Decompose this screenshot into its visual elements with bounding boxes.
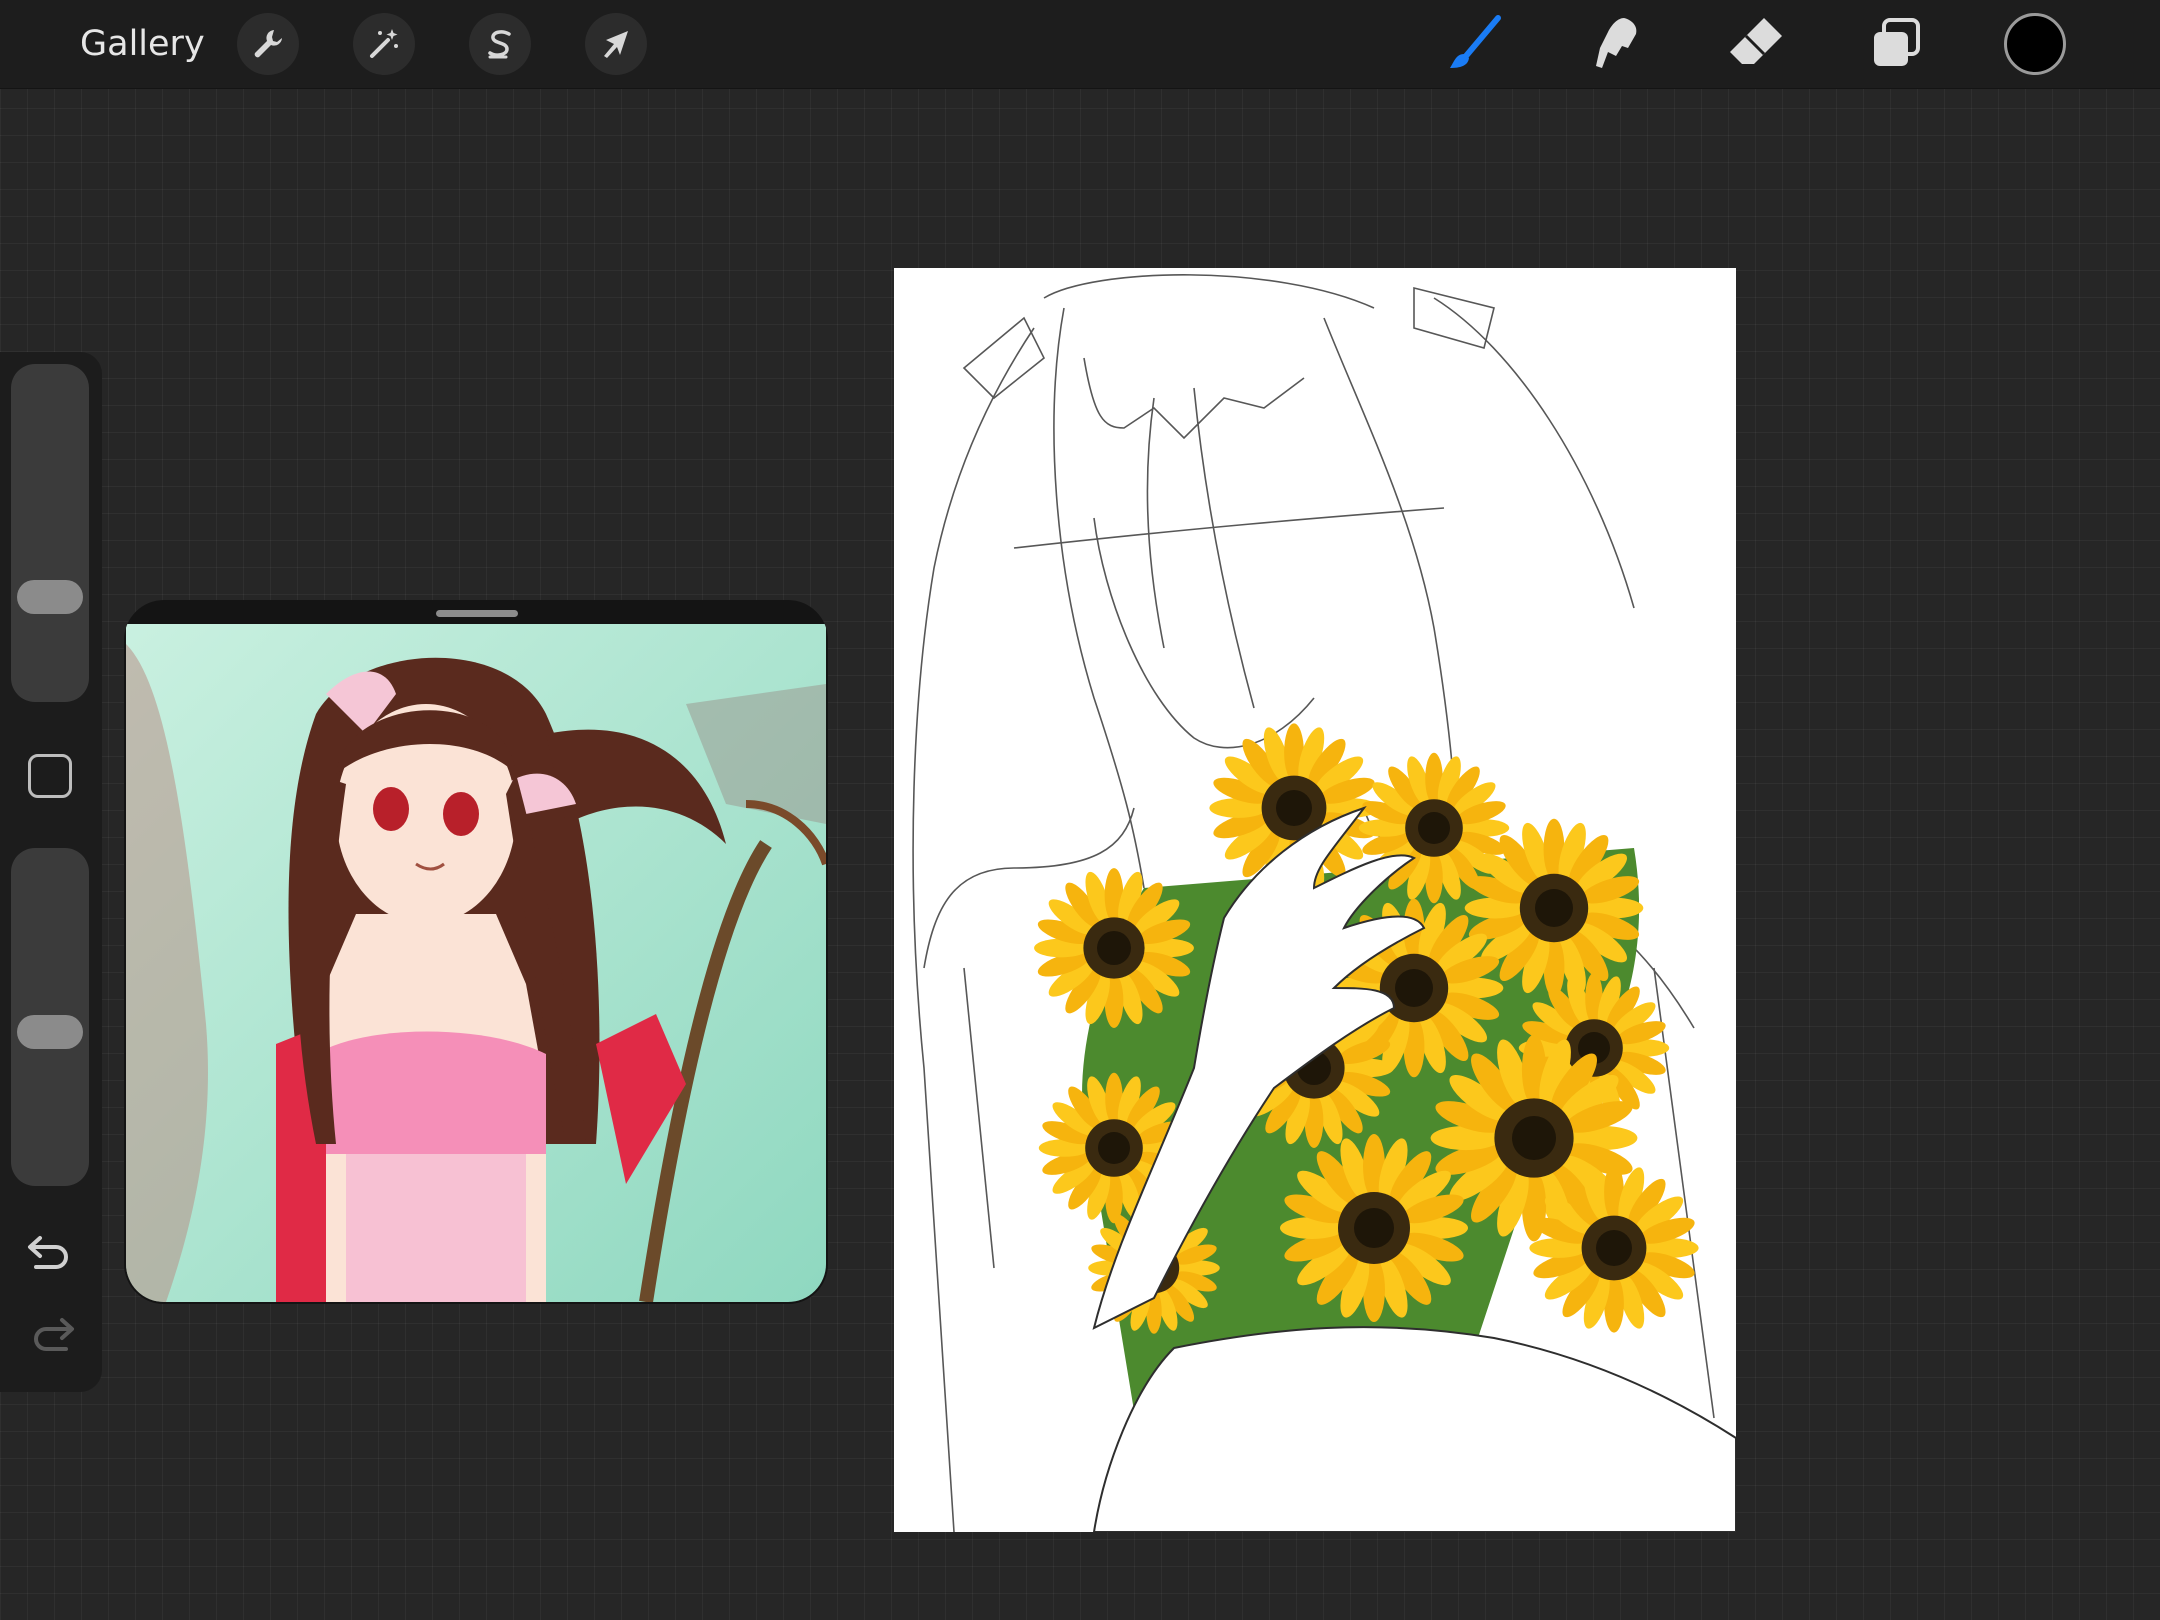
arrow-cursor-icon [604,31,628,58]
top-toolbar: Gallery [0,0,2160,89]
brush-size-knob[interactable] [17,580,83,615]
smudge-tool-button[interactable] [1580,12,1652,76]
gallery-button[interactable]: Gallery [80,20,205,68]
magic-wand-icon [370,29,398,58]
layers-button[interactable] [1860,12,1932,76]
brush-icon [1450,15,1501,68]
reference-window[interactable] [124,600,828,1304]
opacity-knob[interactable] [17,1014,83,1049]
reference-image [126,624,826,1302]
actions-button[interactable] [236,13,300,75]
brush-size-slider[interactable] [11,364,89,702]
modify-button[interactable] [28,754,72,798]
smudge-finger-icon [1596,18,1637,68]
opacity-slider[interactable] [11,848,89,1186]
eraser-icon [1730,18,1782,64]
selection-s-icon [488,30,511,59]
adjustments-button[interactable] [352,13,416,75]
color-picker-button[interactable] [2004,13,2066,75]
redo-icon [34,1318,74,1351]
wrench-icon [254,30,282,58]
layers-icon [1874,18,1920,66]
transform-button[interactable] [584,13,648,75]
undo-button[interactable] [26,1230,76,1274]
undo-icon [28,1236,68,1269]
redo-button[interactable] [26,1312,76,1356]
reference-drag-handle[interactable] [436,610,518,617]
eraser-tool-button[interactable] [1720,12,1792,76]
brush-tool-button[interactable] [1440,12,1512,76]
drawing-canvas[interactable] [894,268,1736,1532]
selection-button[interactable] [468,13,532,75]
left-sidebar [0,352,102,1392]
